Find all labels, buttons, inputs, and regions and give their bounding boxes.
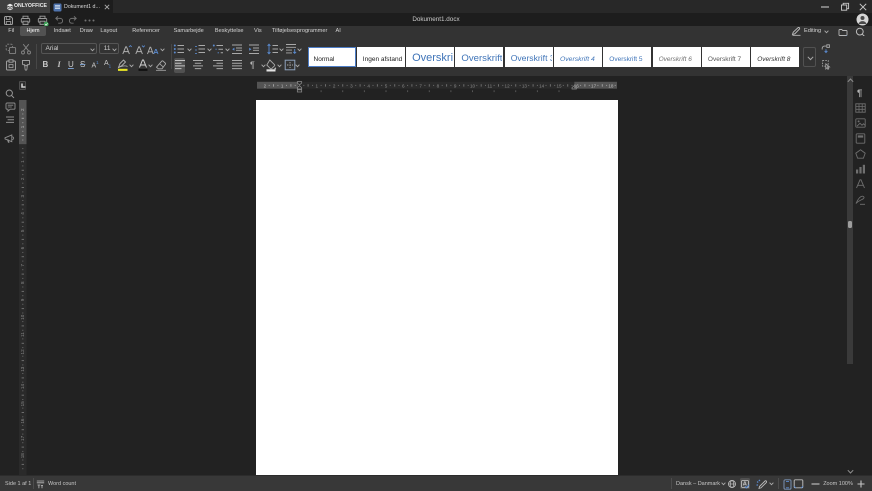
svg-text:2: 2 [20, 177, 25, 180]
svg-text:17: 17 [20, 435, 25, 441]
svg-text:9: 9 [454, 83, 457, 88]
svg-text:10: 10 [20, 314, 25, 320]
svg-text:12: 12 [505, 83, 511, 88]
svg-text:2: 2 [264, 83, 267, 88]
svg-text:3: 3 [20, 194, 25, 197]
svg-text:4: 4 [367, 83, 370, 88]
svg-text:3: 3 [350, 83, 353, 88]
svg-text:1: 1 [281, 83, 284, 88]
svg-text:7: 7 [419, 83, 422, 88]
svg-text:13: 13 [522, 83, 528, 88]
svg-text:15: 15 [556, 83, 562, 88]
svg-text:2: 2 [20, 108, 25, 111]
svg-text:14: 14 [539, 83, 545, 88]
svg-text:1: 1 [316, 83, 319, 88]
svg-text:4: 4 [20, 212, 25, 215]
svg-text:8: 8 [20, 281, 25, 284]
svg-text:1: 1 [20, 125, 25, 128]
svg-text:6: 6 [402, 83, 405, 88]
svg-text:17: 17 [591, 83, 597, 88]
svg-text:9: 9 [20, 298, 25, 301]
svg-text:5: 5 [385, 83, 388, 88]
svg-text:6: 6 [20, 246, 25, 249]
svg-text:5: 5 [20, 229, 25, 232]
svg-text:2: 2 [333, 83, 336, 88]
svg-text:15: 15 [20, 401, 25, 407]
svg-text:14: 14 [20, 384, 25, 390]
svg-text:18: 18 [20, 453, 25, 459]
svg-text:11: 11 [487, 83, 492, 88]
svg-text:10: 10 [470, 83, 476, 88]
svg-text:13: 13 [20, 366, 25, 372]
svg-text:1: 1 [20, 160, 25, 163]
svg-text:18: 18 [608, 83, 614, 88]
svg-text:16: 16 [20, 418, 25, 424]
svg-text:7: 7 [20, 264, 25, 267]
svg-text:8: 8 [437, 83, 440, 88]
svg-text:12: 12 [20, 349, 25, 355]
svg-text:11: 11 [20, 332, 25, 337]
